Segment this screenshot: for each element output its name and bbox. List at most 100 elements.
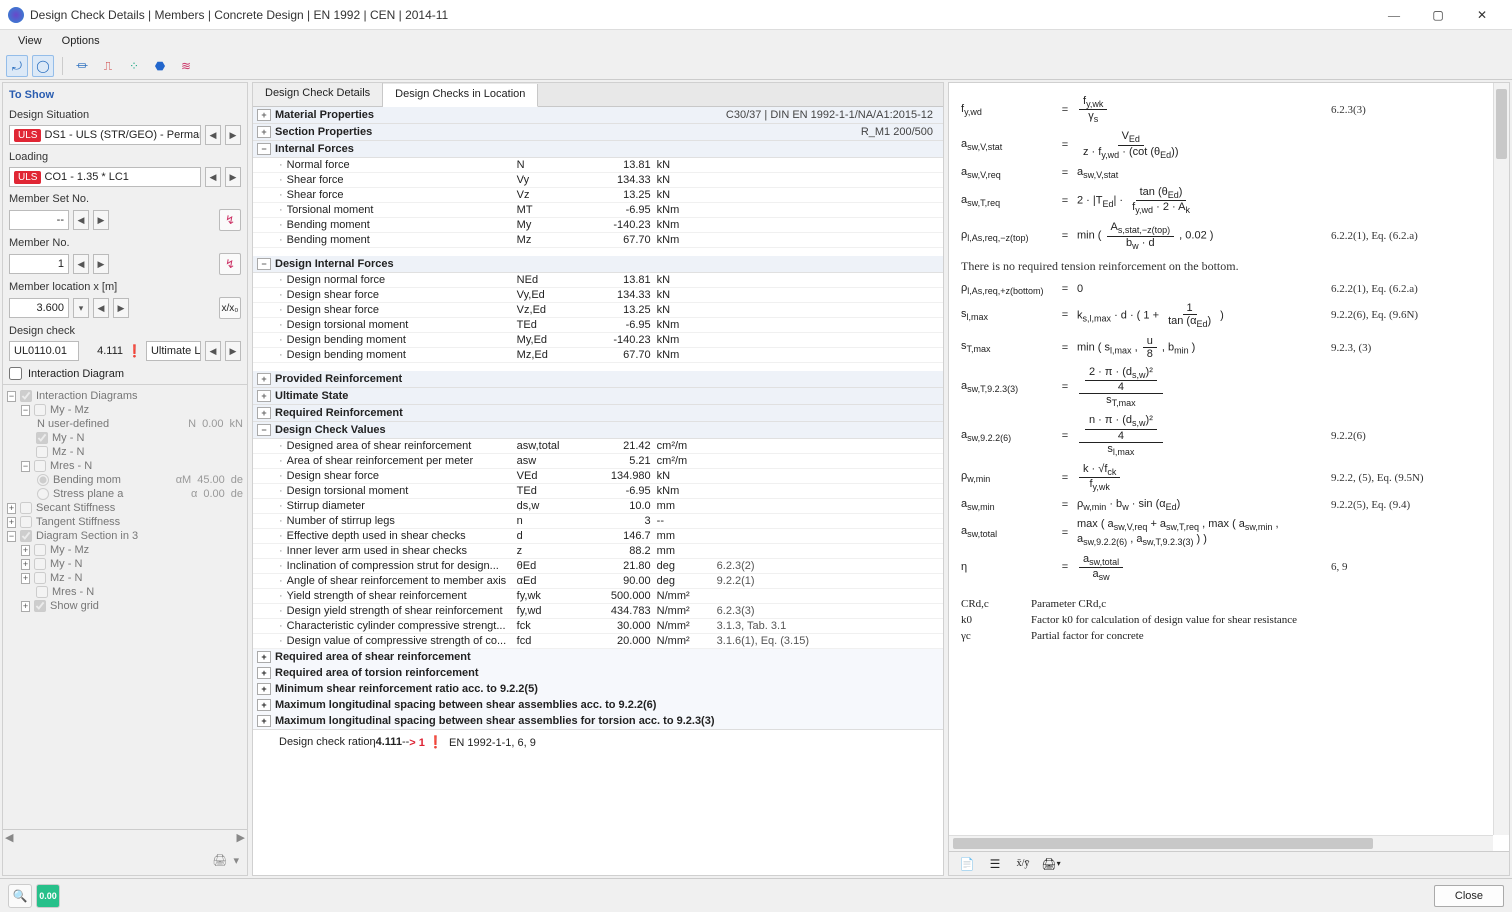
table-row: ·Design torsional momentTEd-6.95kNm	[253, 318, 943, 333]
design-situation-prev[interactable]: ◀	[205, 125, 221, 145]
expand-icon[interactable]: +	[257, 126, 271, 138]
design-situation-label: Design Situation	[3, 105, 247, 123]
grid[interactable]: +Material PropertiesC30/37 | DIN EN 1992…	[253, 107, 943, 875]
table-row: ·Stirrup diameterds,w10.0mm	[253, 499, 943, 514]
menu-view[interactable]: View	[8, 32, 52, 50]
tree-scrollbar[interactable]: ◀▶	[3, 829, 247, 845]
tool-member-icon[interactable]: ⎍	[97, 55, 119, 77]
formula-print-icon[interactable]: 🖨▾	[1039, 854, 1063, 874]
member-loc-prev[interactable]: ◀	[93, 298, 109, 318]
table-row: ·Bending momentMz67.70kNm	[253, 233, 943, 248]
tool-lasso-icon[interactable]: ◯	[32, 55, 54, 77]
tab-design-checks-in-location[interactable]: Design Checks in Location	[383, 84, 538, 107]
formula-tool-1[interactable]: 📄	[955, 854, 979, 874]
member-no-pick-icon[interactable]: ↯	[219, 253, 241, 275]
table-row: ·Designed area of shear reinforcementasw…	[253, 439, 943, 454]
member-set-pick-icon[interactable]: ↯	[219, 209, 241, 231]
note-text: There is no required tension reinforceme…	[961, 259, 1481, 274]
uls-badge-2: ULS	[14, 171, 41, 184]
design-check-prev[interactable]: ◀	[205, 341, 221, 361]
member-loc-dropdown[interactable]: ▾	[73, 298, 89, 318]
table-row: ·Area of shear reinforcement per meteras…	[253, 454, 943, 469]
design-situation-next[interactable]: ▶	[225, 125, 241, 145]
footer-search-icon[interactable]: 🔍	[8, 884, 32, 908]
table-row: ·Design value of compressive strength of…	[253, 634, 943, 649]
interaction-tree[interactable]: −Interaction Diagrams −My - Mz N user-de…	[3, 384, 247, 829]
print-icon[interactable]: 🖨	[212, 854, 227, 866]
design-check-code[interactable]: UL0110.01	[9, 341, 79, 361]
tab-design-check-details[interactable]: Design Check Details	[253, 83, 383, 106]
member-no-next[interactable]: ▶	[93, 254, 109, 274]
titlebar: Design Check Details | Members | Concret…	[0, 0, 1512, 30]
member-loc-next[interactable]: ▶	[113, 298, 129, 318]
interaction-diagram-checkbox[interactable]	[9, 367, 22, 380]
panel-to-show: To Show Design Situation ULS DS1 - ULS (…	[2, 82, 248, 876]
tool-settings-icon[interactable]: ≋	[175, 55, 197, 77]
table-row: ·Design normal forceNEd13.81kN	[253, 273, 943, 288]
design-check-next[interactable]: ▶	[225, 341, 241, 361]
horizontal-scrollbar[interactable]	[949, 835, 1493, 851]
sub-section[interactable]: +Required area of shear reinforcement	[253, 649, 943, 665]
loading-prev[interactable]: ◀	[205, 167, 221, 187]
symbol-table: CRd,cParameter CRd,c k0Factor k0 for cal…	[961, 596, 1481, 644]
member-no-label: Member No.	[3, 233, 247, 251]
design-check-desc[interactable]: Ultimate Li...▾	[146, 341, 201, 361]
loading-label: Loading	[3, 147, 247, 165]
vertical-scrollbar[interactable]	[1493, 83, 1509, 835]
uls-badge: ULS	[14, 129, 41, 142]
tool-section-icon[interactable]: ⏛	[71, 55, 93, 77]
formula-tool-xy-icon[interactable]: x̄/ȳ	[1011, 854, 1035, 874]
member-set-next[interactable]: ▶	[93, 210, 109, 230]
collapse-icon[interactable]: −	[257, 143, 271, 155]
loading-next[interactable]: ▶	[225, 167, 241, 187]
formula-tool-list-icon[interactable]: ☰	[983, 854, 1007, 874]
expand-icon[interactable]: +	[257, 373, 271, 385]
tabs: Design Check Details Design Checks in Lo…	[253, 83, 943, 107]
collapse-icon[interactable]: −	[257, 258, 271, 270]
tool-reinforcement-icon[interactable]: ⬣	[149, 55, 171, 77]
table-row: ·Bending momentMy-140.23kNm	[253, 218, 943, 233]
design-check-ratio: 4.111	[83, 345, 123, 357]
expand-icon[interactable]: +	[257, 407, 271, 419]
maximize-button[interactable]: ▢	[1416, 0, 1460, 30]
expand-icon[interactable]: +	[257, 390, 271, 402]
table-row: ·Effective depth used in shear checksd14…	[253, 529, 943, 544]
table-row: ·Design bending momentMz,Ed67.70kNm	[253, 348, 943, 363]
footer-units-badge[interactable]: 0.00	[36, 884, 60, 908]
table-row: ·Design yield strength of shear reinforc…	[253, 604, 943, 619]
table-row: ·Shear forceVz13.25kN	[253, 188, 943, 203]
sub-section[interactable]: +Maximum longitudinal spacing between sh…	[253, 697, 943, 713]
member-loc-field[interactable]: 3.600	[9, 298, 69, 318]
member-no-field[interactable]: 1	[9, 254, 69, 274]
formula-sheet[interactable]: fy,wd= fy,wkγs 6.2.3(3) asw,V,stat= VEdz…	[949, 83, 1493, 835]
footer: 🔍 0.00 Close	[0, 878, 1512, 912]
design-check-label: Design check	[3, 321, 247, 339]
member-set-prev[interactable]: ◀	[73, 210, 89, 230]
table-row: ·Design torsional momentTEd-6.95kNm	[253, 484, 943, 499]
table-row: ·Characteristic cylinder compressive str…	[253, 619, 943, 634]
tool-nodes-icon[interactable]: ⁘	[123, 55, 145, 77]
sub-section[interactable]: +Maximum longitudinal spacing between sh…	[253, 713, 943, 729]
loading-combo[interactable]: ULS CO1 - 1.35 * LC1	[9, 167, 201, 187]
member-loc-mode-button[interactable]: x/x₀	[219, 297, 241, 319]
design-situation-combo[interactable]: ULS DS1 - ULS (STR/GEO) - Permane...	[9, 125, 201, 145]
design-check-ratio-row: Design check ratio η 4.111 -- > 1 ❗ EN 1…	[253, 729, 943, 755]
tool-cursor-icon[interactable]: ⤾	[6, 55, 28, 77]
close-window-button[interactable]: ✕	[1460, 0, 1504, 30]
table-row: ·Angle of shear reinforcement to member …	[253, 574, 943, 589]
to-show-header: To Show	[3, 83, 247, 105]
close-button[interactable]: Close	[1434, 885, 1504, 907]
warning-icon: ❗	[127, 345, 142, 357]
sub-section[interactable]: +Minimum shear reinforcement ratio acc. …	[253, 681, 943, 697]
panel-formulas: fy,wd= fy,wkγs 6.2.3(3) asw,V,stat= VEdz…	[948, 82, 1510, 876]
table-row: ·Design bending momentMy,Ed-140.23kNm	[253, 333, 943, 348]
menu-options[interactable]: Options	[52, 32, 110, 50]
collapse-icon[interactable]: −	[257, 424, 271, 436]
member-set-field[interactable]: --	[9, 210, 69, 230]
table-row: ·Design shear forceVEd134.980kN	[253, 469, 943, 484]
formula-toolbar: 📄 ☰ x̄/ȳ 🖨▾	[949, 851, 1509, 875]
expand-icon[interactable]: +	[257, 109, 271, 121]
sub-section[interactable]: +Required area of torsion reinforcement	[253, 665, 943, 681]
minimize-button[interactable]: —	[1372, 0, 1416, 30]
member-no-prev[interactable]: ◀	[73, 254, 89, 274]
